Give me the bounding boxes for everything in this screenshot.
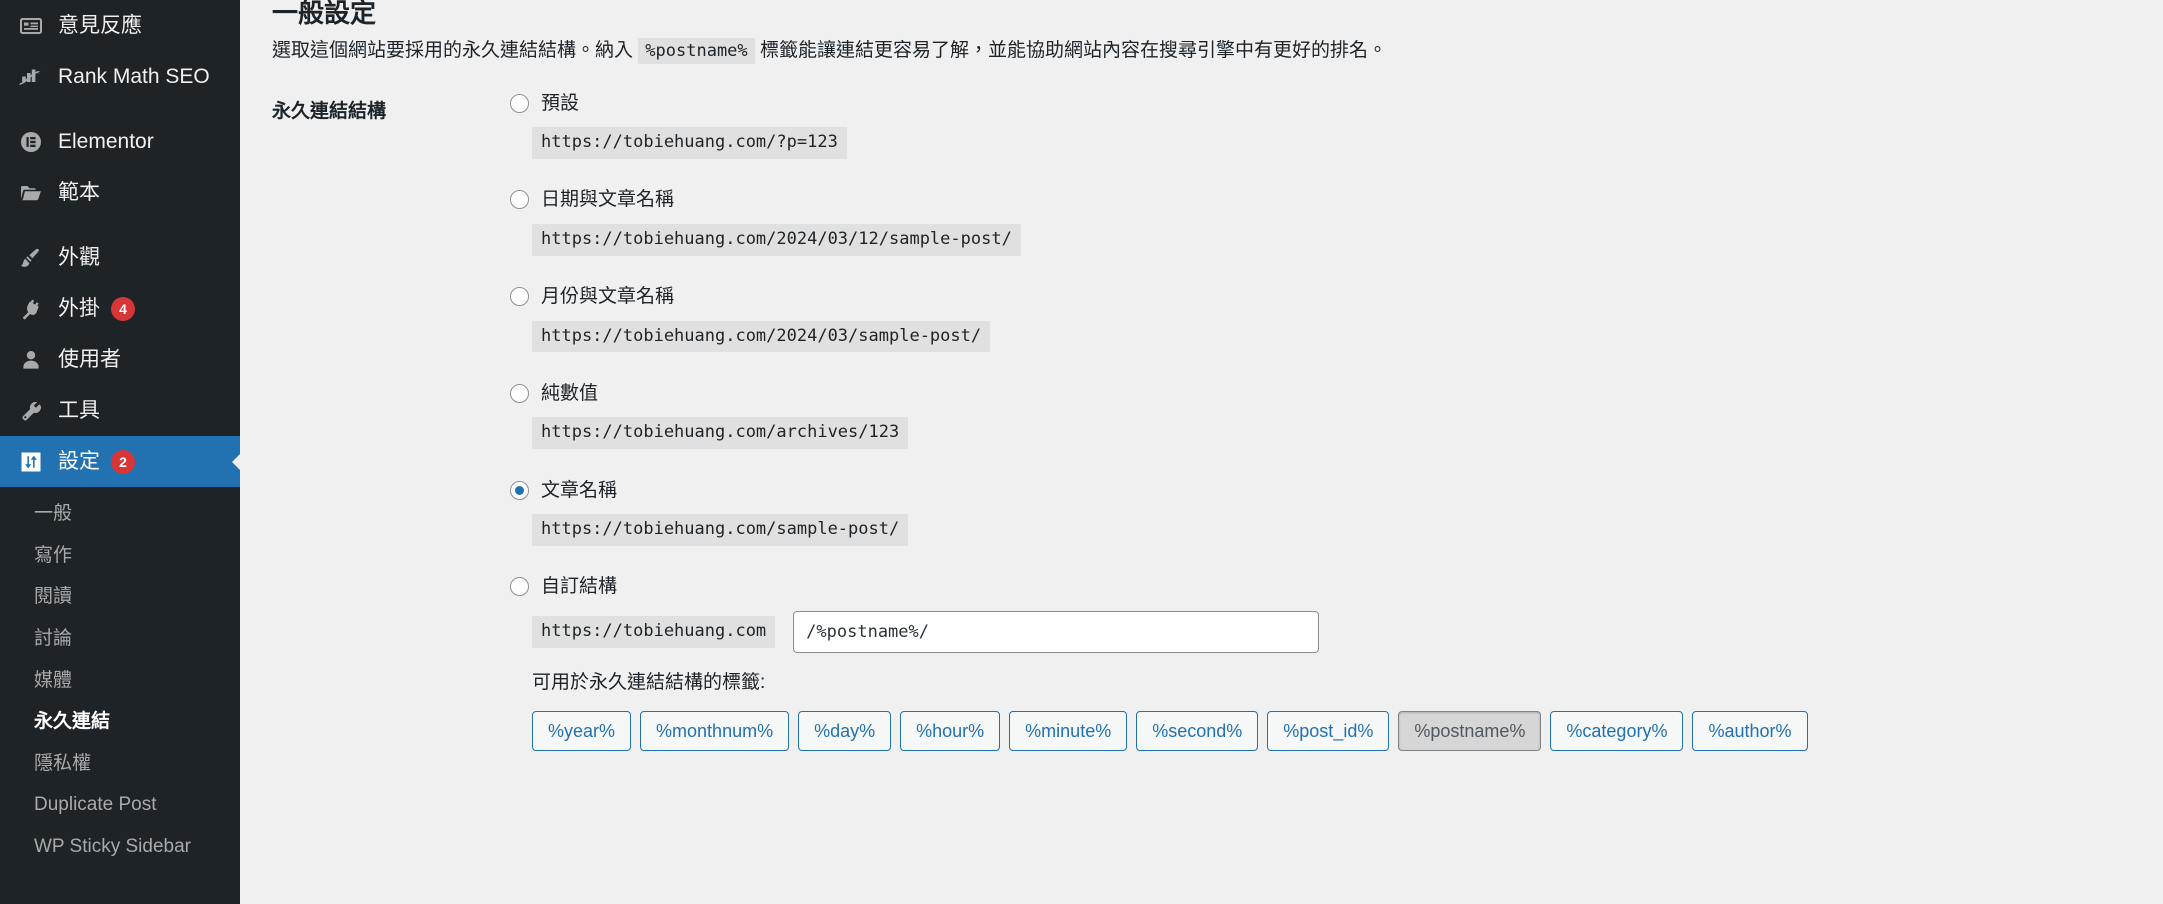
- paintbrush-icon: [16, 243, 46, 273]
- main-content: 一般設定 選取這個網站要採用的永久連結結構。納入 %postname% 標籤能讓…: [240, 0, 2163, 904]
- sidebar-item-label: 外觀: [58, 246, 100, 269]
- permalink-option: 月份與文章名稱 https://tobiehuang.com/2024/03/sa…: [510, 282, 2110, 353]
- custom-structure-label: 自訂結構: [541, 576, 618, 598]
- sidebar-item-label: 意見反應: [58, 14, 142, 37]
- tag-button-post_id[interactable]: %post_id%: [1267, 710, 1390, 751]
- permalink-radio-4[interactable]: [510, 480, 529, 500]
- tag-button-second[interactable]: %second%: [1136, 710, 1259, 751]
- custom-structure-input[interactable]: [793, 610, 1320, 653]
- permalink-option-row-1[interactable]: 日期與文章名稱: [510, 185, 2110, 215]
- sidebar-item-工具[interactable]: 工具: [0, 385, 240, 436]
- permalink-option-label: 純數值: [541, 382, 599, 404]
- sidebar-item-elementor[interactable]: Elementor: [0, 116, 240, 167]
- custom-structure-row[interactable]: 自訂結構: [510, 572, 2110, 602]
- custom-structure-radio[interactable]: [510, 577, 529, 597]
- permalink-option-label: 文章名稱: [541, 479, 618, 501]
- permalink-description: 選取這個網站要採用的永久連結結構。納入 %postname% 標籤能讓連結更容易…: [272, 36, 1387, 66]
- permalink-option-row-4[interactable]: 文章名稱: [510, 475, 2110, 505]
- permalink-example-url: https://tobiehuang.com/?p=123: [532, 127, 847, 159]
- submenu-item-討論[interactable]: 討論: [0, 618, 240, 660]
- tag-button-author[interactable]: %author%: [1692, 710, 1808, 751]
- sidebar-badge: 2: [111, 449, 135, 474]
- permalink-example-url: https://tobiehuang.com/2024/03/sample-po…: [532, 320, 991, 353]
- sidebar-item-label: Rank Math SEO: [58, 65, 210, 88]
- sidebar-item-rank-math-seo[interactable]: Rank Math SEO: [0, 51, 240, 102]
- submenu-item-閱讀[interactable]: 閱讀: [0, 576, 240, 618]
- permalink-radio-2[interactable]: [510, 287, 529, 307]
- feedback-icon: [16, 11, 46, 41]
- permalink-example-wrap: https://tobiehuang.com/2024/03/sample-po…: [510, 312, 2110, 353]
- permalink-example-url: https://tobiehuang.com/archives/123: [532, 417, 909, 450]
- submenu-item-媒體[interactable]: 媒體: [0, 660, 240, 702]
- permalink-option-row-0[interactable]: 預設: [510, 88, 2110, 118]
- settings-submenu: 一般 寫作 閱讀 討論 媒體 永久連結 隱私權 Duplicate Post WP Sticky…: [0, 487, 240, 878]
- permalink-option: 文章名稱 https://tobiehuang.com/sample-post/: [510, 475, 2110, 546]
- submenu-item-隱私權[interactable]: 隱私權: [0, 743, 240, 785]
- submenu-item-寫作[interactable]: 寫作: [0, 535, 240, 577]
- permalink-example-wrap: https://tobiehuang.com/?p=123: [510, 118, 2110, 159]
- permalink-option: 預設 https://tobiehuang.com/?p=123: [510, 88, 2110, 159]
- sidebar-item-使用者[interactable]: 使用者: [0, 334, 240, 385]
- permalink-radio-1[interactable]: [510, 190, 529, 210]
- tag-button-category[interactable]: %category%: [1550, 710, 1684, 751]
- tag-button-hour[interactable]: %hour%: [900, 710, 1001, 751]
- submenu-item-一般[interactable]: 一般: [0, 493, 240, 535]
- tag-button-postname[interactable]: %postname%: [1398, 710, 1542, 751]
- tag-button-monthnum[interactable]: %monthnum%: [640, 710, 790, 751]
- user-icon: [16, 345, 46, 375]
- admin-screen: 意見反應 Rank Math SEO Elementor 範本外觀外掛 4 使用者工具設定…: [0, 0, 2163, 904]
- postname-code-chip: %postname%: [638, 38, 755, 64]
- submenu-item-wp-sticky-sidebar[interactable]: WP Sticky Sidebar: [0, 826, 240, 868]
- sidebar-item-意見反應[interactable]: 意見反應: [0, 0, 240, 51]
- permalink-option-label: 日期與文章名稱: [541, 189, 675, 211]
- permalink-option-label: 預設: [541, 92, 580, 114]
- description-after: 標籤能讓連結更容易了解，並能協助網站內容在搜尋引擎中有更好的排名。: [759, 40, 1387, 61]
- sidebar-item-外掛[interactable]: 外掛 4: [0, 283, 240, 334]
- sidebar-item-設定[interactable]: 設定 2: [0, 436, 240, 487]
- permalink-option: 純數值 https://tobiehuang.com/archives/123: [510, 378, 2110, 450]
- permalink-options-group: 預設 https://tobiehuang.com/?p=123 日期與文章名稱 ht…: [510, 88, 2110, 751]
- permalink-example-wrap: https://tobiehuang.com/2024/03/12/sample…: [510, 215, 2110, 256]
- sidebar-item-外觀[interactable]: 外觀: [0, 232, 240, 283]
- available-tags-list: %year% %monthnum% %day% %hour% %minute% %seco…: [532, 710, 2110, 751]
- page-title: 一般設定: [272, 0, 377, 28]
- description-before: 選取這個網站要採用的永久連結結構。納入: [272, 40, 634, 61]
- submenu-item-永久連結[interactable]: 永久連結: [0, 701, 240, 743]
- sidebar-item-label: Elementor: [58, 130, 154, 153]
- rank-math-icon: [16, 62, 46, 92]
- custom-structure-prefix: https://tobiehuang.com: [532, 616, 776, 648]
- permalink-option-label: 月份與文章名稱: [541, 286, 675, 308]
- tag-button-day[interactable]: %day%: [798, 710, 892, 751]
- sidebar-item-label: 設定: [58, 450, 100, 473]
- sidebar-item-範本[interactable]: 範本: [0, 167, 240, 218]
- permalink-example-url: https://tobiehuang.com/sample-post/: [532, 514, 909, 546]
- custom-structure-input-row: https://tobiehuang.com: [532, 610, 2110, 653]
- permalink-option-row-2[interactable]: 月份與文章名稱: [510, 282, 2110, 312]
- sidebar-item-label: 外掛: [58, 297, 100, 320]
- admin-sidebar: 意見反應 Rank Math SEO Elementor 範本外觀外掛 4 使用者工具設定…: [0, 0, 240, 904]
- tag-button-minute[interactable]: %minute%: [1009, 710, 1128, 751]
- folder-icon: [16, 178, 46, 208]
- tag-button-year[interactable]: %year%: [532, 710, 632, 751]
- permalink-example-url: https://tobiehuang.com/2024/03/12/sample…: [532, 223, 1021, 256]
- settings-sliders-icon: [16, 447, 46, 477]
- plug-icon: [16, 294, 46, 324]
- permalink-option-row-3[interactable]: 純數值: [510, 378, 2110, 408]
- sidebar-item-label: 使用者: [58, 348, 121, 371]
- permalink-example-wrap: https://tobiehuang.com/archives/123: [510, 408, 2110, 450]
- sidebar-badge: 4: [111, 296, 135, 321]
- permalink-structure-label: 永久連結結構: [272, 101, 387, 122]
- sidebar-item-label: 工具: [58, 399, 100, 422]
- permalink-radio-3[interactable]: [510, 383, 529, 403]
- submenu-item-duplicate-post[interactable]: Duplicate Post: [0, 784, 240, 826]
- permalink-radio-0[interactable]: [510, 93, 529, 113]
- elementor-icon: [16, 127, 46, 157]
- available-tags-label: 可用於永久連結結構的標籤:: [532, 671, 766, 693]
- custom-structure-option: 自訂結構 https://tobiehuang.com 可用於永久連結結構的標籤:%…: [510, 572, 2110, 751]
- permalink-option: 日期與文章名稱 https://tobiehuang.com/2024/03/12…: [510, 185, 2110, 256]
- wrench-icon: [16, 396, 46, 426]
- sidebar-item-label: 範本: [58, 181, 100, 204]
- permalink-example-wrap: https://tobiehuang.com/sample-post/: [510, 505, 2110, 546]
